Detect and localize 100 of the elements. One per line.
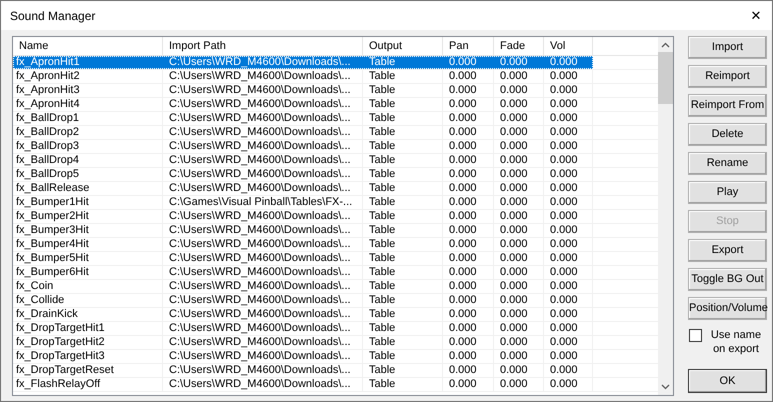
- table-cell: C:\Users\WRD_M4600\Downloads\...: [169, 140, 351, 152]
- table-cell: 0.000: [500, 336, 528, 348]
- table-cell: 0.000: [500, 224, 528, 236]
- table-row[interactable]: fx_ApronHit4 C:\Users\WRD_M4600\Downloads\... Table 0.000 0.000 0.000: [13, 98, 593, 111]
- table-cell: fx_ApronHit3: [16, 84, 80, 96]
- table-cell: Table: [369, 140, 396, 152]
- table-row[interactable]: fx_DropTargetReset C:\Users\WRD_M4600\Downloads\... Table 0.000 0.000 0.000: [13, 364, 593, 377]
- table-row[interactable]: fx_FlashRelayOff C:\Users\WRD_M4600\Downloads\... Table 0.000 0.000 0.000: [13, 378, 593, 391]
- table-cell: fx_BallRelease: [16, 182, 90, 194]
- table-cell: 0.000: [449, 98, 477, 110]
- table-cell: 0.000: [500, 308, 528, 320]
- table-row[interactable]: fx_DrainKick C:\Users\WRD_M4600\Downloads\... Table 0.000 0.000 0.000: [13, 308, 593, 321]
- table-cell: 0.000: [550, 308, 578, 320]
- table-cell: 0.000: [500, 182, 528, 194]
- table-cell: 0.000: [449, 238, 477, 250]
- table-cell: 0.000: [500, 294, 528, 306]
- table-cell: fx_Bumper5Hit: [16, 252, 89, 264]
- table-cell: 0.000: [550, 196, 578, 208]
- table-cell: C:\Users\WRD_M4600\Downloads\...: [169, 168, 351, 180]
- table-cell: 0.000: [500, 322, 528, 334]
- table-cell: 0.000: [550, 210, 578, 222]
- table-cell: 0.000: [449, 168, 477, 180]
- table-cell: Table: [369, 378, 396, 390]
- table-cell: 0.000: [550, 56, 578, 68]
- table-cell: Table: [369, 294, 396, 306]
- table-row[interactable]: fx_Bumper3Hit C:\Users\WRD_M4600\Downloads\... Table 0.000 0.000 0.000: [13, 224, 593, 237]
- table-cell: 0.000: [500, 378, 528, 390]
- table-cell: 0.000: [449, 84, 477, 96]
- table-cell: C:\Users\WRD_M4600\Downloads\...: [169, 112, 351, 124]
- action-button[interactable]: Reimport: [688, 65, 767, 88]
- table-cell: fx_DropTargetHit2: [16, 336, 105, 348]
- action-button[interactable]: Import: [688, 36, 767, 59]
- table-row[interactable]: fx_Bumper4Hit C:\Users\WRD_M4600\Downloads\... Table 0.000 0.000 0.000: [13, 238, 593, 251]
- table-cell: 0.000: [449, 182, 477, 194]
- table-cell: C:\Users\WRD_M4600\Downloads\...: [169, 322, 351, 334]
- action-button[interactable]: Export: [688, 239, 767, 262]
- action-button[interactable]: Delete: [688, 123, 767, 146]
- table-row[interactable]: fx_DropTargetHit2 C:\Users\WRD_M4600\Downloads\... Table 0.000 0.000 0.000: [13, 336, 593, 349]
- table-cell: 0.000: [550, 224, 578, 236]
- ok-button[interactable]: OK: [688, 369, 767, 393]
- table-row[interactable]: fx_Coin C:\Users\WRD_M4600\Downloads\... Table 0.000 0.000 0.000: [13, 280, 593, 293]
- table-cell: 0.000: [500, 168, 528, 180]
- table-row[interactable]: fx_Bumper1Hit C:\Games\Visual Pinball\Tables\FX-... Table 0.000 0.000 0.000: [13, 196, 593, 209]
- table-cell: 0.000: [550, 280, 578, 292]
- scrollbar[interactable]: [658, 37, 673, 395]
- table-cell: 0.000: [500, 140, 528, 152]
- table-row[interactable]: fx_ApronHit1 C:\Users\WRD_M4600\Downloads\... Table 0.000 0.000 0.000: [13, 56, 593, 69]
- table-cell: 0.000: [449, 70, 477, 82]
- table-cell: fx_Bumper4Hit: [16, 238, 89, 250]
- table-cell: C:\Users\WRD_M4600\Downloads\...: [169, 252, 351, 264]
- table-cell: fx_Bumper3Hit: [16, 224, 89, 236]
- table-row[interactable]: fx_BallDrop3 C:\Users\WRD_M4600\Downloads\... Table 0.000 0.000 0.000: [13, 140, 593, 153]
- table-row[interactable]: fx_Bumper2Hit C:\Users\WRD_M4600\Downloads\... Table 0.000 0.000 0.000: [13, 210, 593, 223]
- action-button[interactable]: Toggle BG Out: [688, 268, 767, 291]
- table-cell: fx_Bumper6Hit: [16, 266, 89, 278]
- table-cell: 0.000: [449, 350, 477, 362]
- table-cell: Table: [369, 182, 396, 194]
- action-button[interactable]: Reimport From: [688, 94, 767, 117]
- table-cell: 0.000: [500, 252, 528, 264]
- table-cell: Table: [369, 168, 396, 180]
- table-row[interactable]: fx_Bumper5Hit C:\Users\WRD_M4600\Downloads\... Table 0.000 0.000 0.000: [13, 252, 593, 265]
- table-cell: 0.000: [550, 70, 578, 82]
- table-cell: 0.000: [449, 112, 477, 124]
- table-cell: Table: [369, 112, 396, 124]
- table-row[interactable]: fx_Collide C:\Users\WRD_M4600\Downloads\... Table 0.000 0.000 0.000: [13, 294, 593, 307]
- table-cell: 0.000: [500, 238, 528, 250]
- table-cell: 0.000: [449, 336, 477, 348]
- table-row[interactable]: fx_BallRelease C:\Users\WRD_M4600\Downloads\... Table 0.000 0.000 0.000: [13, 182, 593, 195]
- table-cell: fx_Bumper1Hit: [16, 196, 89, 208]
- action-button[interactable]: Rename: [688, 152, 767, 175]
- table-cell: 0.000: [500, 56, 528, 68]
- table-cell: 0.000: [500, 98, 528, 110]
- table-cell: Table: [369, 98, 396, 110]
- table-cell: C:\Users\WRD_M4600\Downloads\...: [169, 308, 351, 320]
- table-cell: fx_ApronHit2: [16, 70, 80, 82]
- table-row[interactable]: fx_BallDrop2 C:\Users\WRD_M4600\Downloads\... Table 0.000 0.000 0.000: [13, 126, 593, 139]
- table-cell: fx_BallDrop1: [16, 112, 79, 124]
- scroll-up-icon[interactable]: [661, 42, 670, 48]
- table-row[interactable]: fx_BallDrop1 C:\Users\WRD_M4600\Downloads\... Table 0.000 0.000 0.000: [13, 112, 593, 125]
- checkbox[interactable]: [689, 329, 702, 342]
- action-button[interactable]: Play: [688, 181, 767, 204]
- table-cell: 0.000: [449, 308, 477, 320]
- table-row[interactable]: fx_DropTargetHit3 C:\Users\WRD_M4600\Downloads\... Table 0.000 0.000 0.000: [13, 350, 593, 363]
- table-cell: Table: [369, 224, 396, 236]
- scroll-down-icon[interactable]: [661, 384, 670, 390]
- table-cell: 0.000: [500, 196, 528, 208]
- table-row[interactable]: fx_Bumper6Hit C:\Users\WRD_M4600\Downloads\... Table 0.000 0.000 0.000: [13, 266, 593, 279]
- table-row[interactable]: fx_DropTargetHit1 C:\Users\WRD_M4600\Downloads\... Table 0.000 0.000 0.000: [13, 322, 593, 335]
- table-cell: C:\Users\WRD_M4600\Downloads\...: [169, 364, 351, 376]
- scroll-thumb[interactable]: [658, 52, 673, 104]
- table-row[interactable]: fx_ApronHit3 C:\Users\WRD_M4600\Downloads\... Table 0.000 0.000 0.000: [13, 84, 593, 97]
- table-row[interactable]: fx_BallDrop5 C:\Users\WRD_M4600\Downloads\... Table 0.000 0.000 0.000: [13, 168, 593, 181]
- table-cell: 0.000: [550, 336, 578, 348]
- table-cell: fx_BallDrop5: [16, 168, 79, 180]
- table-row[interactable]: fx_ApronHit2 C:\Users\WRD_M4600\Downloads\... Table 0.000 0.000 0.000: [13, 70, 593, 83]
- table-cell: 0.000: [500, 112, 528, 124]
- table-cell: fx_Collide: [16, 294, 64, 306]
- table-row[interactable]: fx_BallDrop4 C:\Users\WRD_M4600\Downloads\... Table 0.000 0.000 0.000: [13, 154, 593, 167]
- close-button[interactable]: ✕: [746, 6, 766, 26]
- action-button[interactable]: Position/Volume: [688, 297, 767, 320]
